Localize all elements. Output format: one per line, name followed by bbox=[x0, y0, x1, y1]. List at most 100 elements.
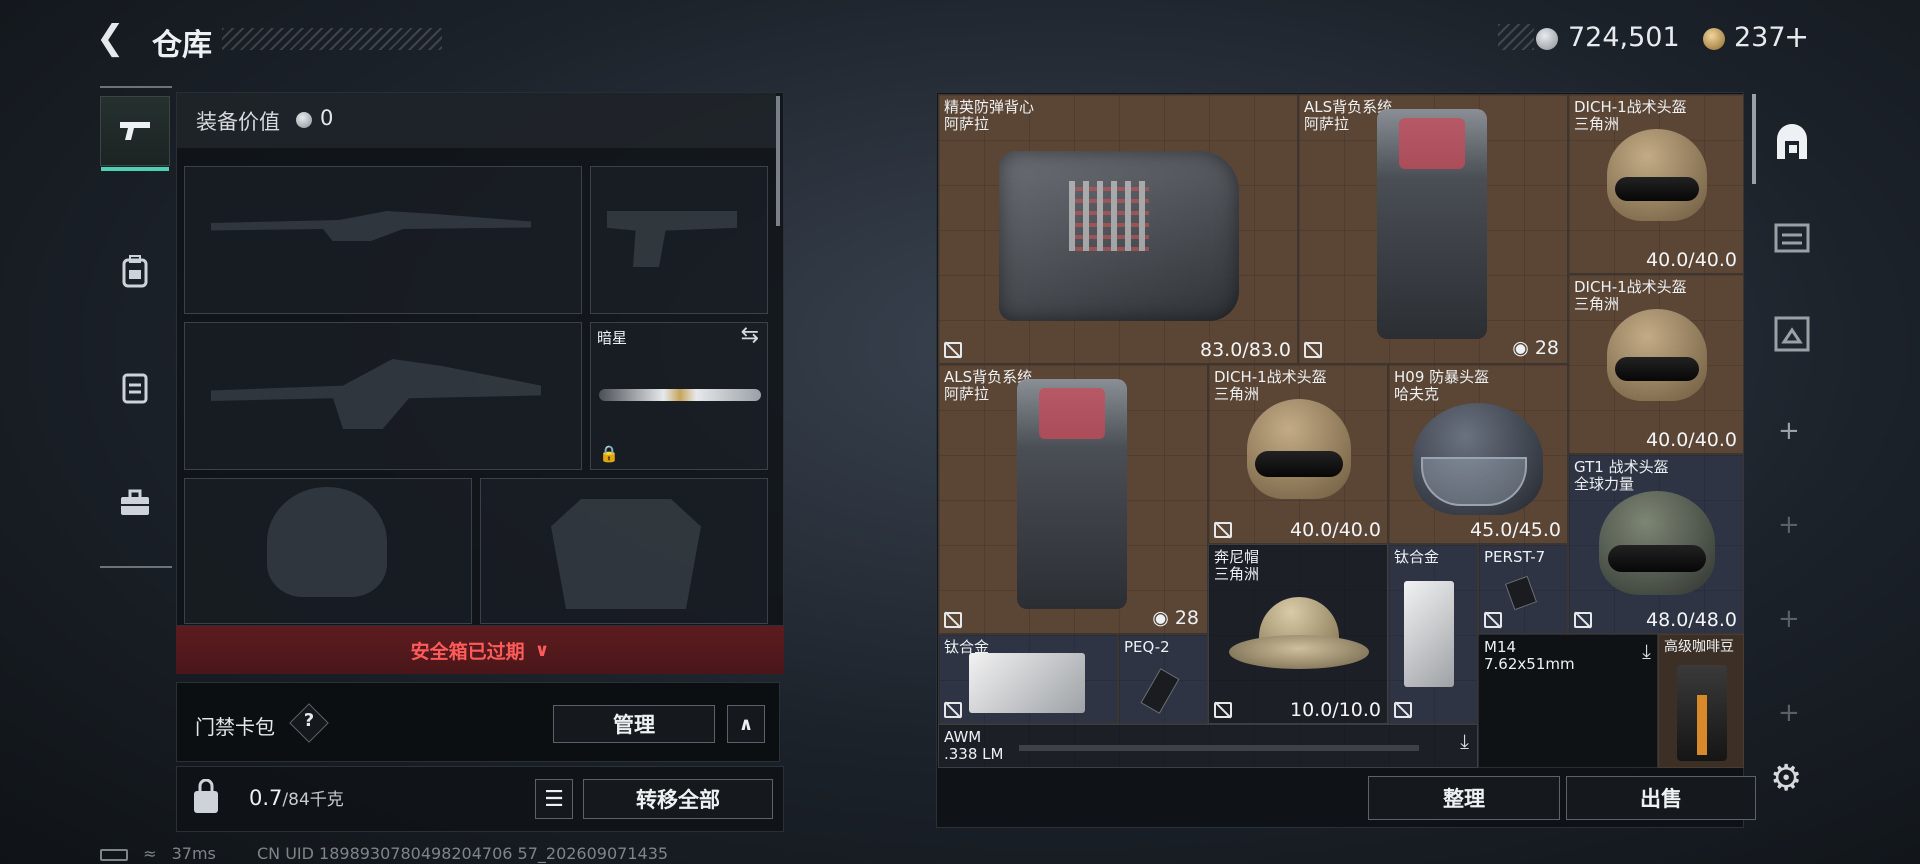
item-name: 高级咖啡豆 bbox=[1664, 639, 1734, 655]
stash-item[interactable]: 精英防弹背心 阿萨拉 83.0/83.0 bbox=[938, 94, 1298, 364]
item-durability: 45.0/45.0 bbox=[1469, 519, 1561, 541]
stash-item[interactable]: ALS背负系统 阿萨拉 ◉ 28 bbox=[938, 364, 1208, 634]
stash-item[interactable]: M14 7.62x51mm ⤓ bbox=[1478, 634, 1658, 768]
stash-item[interactable]: AWM .338 LM ⤓ bbox=[938, 724, 1478, 768]
tab-chest-rig[interactable] bbox=[100, 352, 170, 422]
stash-item[interactable]: 钛合金 bbox=[1388, 544, 1478, 724]
stash-scrollbar[interactable] bbox=[1752, 94, 1756, 184]
weight-display: 0.7/84千克 bbox=[249, 785, 344, 810]
helmet-image bbox=[1247, 399, 1351, 499]
add-stash-tab-icon[interactable]: + bbox=[1778, 698, 1800, 728]
add-stash-tab-icon[interactable]: + bbox=[1778, 510, 1800, 540]
container-icon bbox=[1774, 316, 1810, 352]
tab-backpack[interactable] bbox=[100, 236, 170, 306]
stash-item[interactable]: H09 防暴头盔 哈夫克 45.0/45.0 bbox=[1388, 364, 1568, 544]
item-origin: 全球力量 bbox=[1574, 475, 1635, 493]
tertiary-weapon-slot[interactable] bbox=[184, 322, 582, 470]
stash-item[interactable]: GT1 战术头盔 全球力量 48.0/48.0 bbox=[1568, 454, 1744, 634]
item-durability: 40.0/40.0 bbox=[1645, 249, 1737, 271]
rig-icon bbox=[122, 373, 148, 404]
stash-item[interactable]: 奔尼帽 三角洲 10.0/10.0 bbox=[1208, 544, 1388, 724]
item-origin: 哈夫克 bbox=[1394, 385, 1440, 403]
item-origin: 三角洲 bbox=[1214, 385, 1260, 403]
add-gold-button[interactable]: + bbox=[1784, 20, 1809, 55]
stash-item[interactable]: DICH-1战术头盔 三角洲 40.0/40.0 bbox=[1208, 364, 1388, 544]
user-uid: CN UID 1898930780498204706 57_2026090714… bbox=[256, 844, 669, 863]
item-name: GT1 战术头盔 bbox=[1574, 458, 1669, 476]
stash-tab-3[interactable] bbox=[1766, 308, 1818, 360]
item-name: AWM bbox=[944, 728, 982, 746]
boonie-hat-image bbox=[1229, 597, 1369, 677]
silver-currency-amount: 724,501 bbox=[1568, 22, 1680, 53]
titanium-image bbox=[969, 653, 1085, 713]
tab-weapons[interactable] bbox=[100, 96, 170, 171]
item-capacity: ◉ 28 bbox=[1512, 337, 1559, 359]
add-stash-tab-icon[interactable]: + bbox=[1778, 416, 1800, 446]
armor-slot[interactable] bbox=[480, 478, 768, 624]
wifi-icon: ≈ bbox=[143, 844, 157, 863]
item-name: 钛合金 bbox=[1394, 548, 1440, 566]
current-weight: 0.7 bbox=[249, 786, 283, 810]
stash-item[interactable]: PERST-7 bbox=[1478, 544, 1568, 634]
item-capacity: ◉ 28 bbox=[1152, 607, 1199, 629]
transfer-all-button[interactable]: 转移全部 bbox=[583, 779, 773, 819]
download-icon[interactable]: ⤓ bbox=[1642, 639, 1651, 663]
item-durability: 83.0/83.0 bbox=[1199, 339, 1291, 361]
no-insure-icon bbox=[944, 702, 962, 718]
no-insure-icon bbox=[1394, 702, 1412, 718]
helmet-image bbox=[1413, 403, 1543, 515]
swap-icon[interactable]: ⇆ bbox=[741, 323, 759, 348]
melee-name: 暗星 bbox=[597, 329, 628, 347]
stash-item[interactable]: 高级咖啡豆 bbox=[1658, 634, 1744, 768]
silver-coin-icon bbox=[296, 112, 312, 128]
currency-decoration bbox=[1498, 24, 1534, 50]
tab-case[interactable] bbox=[100, 468, 170, 538]
lock-icon: 🔒 bbox=[599, 444, 619, 463]
item-origin: 阿萨拉 bbox=[1304, 115, 1350, 133]
item-name: PEQ-2 bbox=[1124, 638, 1170, 656]
stash-grid: 精英防弹背心 阿萨拉 83.0/83.0 ALS背负系统 阿萨拉 ◉ 28 DI… bbox=[938, 94, 1744, 768]
loadout-scrollbar[interactable] bbox=[776, 96, 780, 226]
back-arrow-icon[interactable]: ❮ bbox=[96, 18, 136, 58]
item-origin: 7.62x51mm bbox=[1484, 655, 1575, 673]
secondary-weapon-slot[interactable] bbox=[590, 166, 768, 314]
device-image bbox=[1140, 668, 1180, 714]
download-icon[interactable]: ⤓ bbox=[1460, 729, 1469, 753]
sort-button[interactable]: 整理 bbox=[1368, 776, 1560, 820]
stash-item[interactable]: ALS背负系统 阿萨拉 ◉ 28 bbox=[1298, 94, 1568, 364]
sell-button[interactable]: 出售 bbox=[1566, 776, 1756, 820]
loadout-footer: 0.7/84千克 ☰ 转移全部 bbox=[176, 766, 784, 832]
item-name: 奔尼帽 bbox=[1214, 548, 1260, 566]
settings-gear-icon[interactable]: ⚙ bbox=[1770, 758, 1802, 799]
stash-item[interactable]: DICH-1战术头盔 三角洲 40.0/40.0 bbox=[1568, 94, 1744, 274]
helmet-image bbox=[1599, 491, 1715, 595]
tabs-bottom-divider bbox=[100, 566, 172, 568]
no-insure-icon bbox=[944, 612, 962, 628]
vault-icon bbox=[1777, 124, 1807, 159]
item-origin: 阿萨拉 bbox=[944, 115, 990, 133]
primary-weapon-slot[interactable] bbox=[184, 166, 582, 314]
stash-tab-main[interactable] bbox=[1766, 116, 1818, 168]
item-name: H09 防暴头盔 bbox=[1394, 368, 1490, 386]
stash-item[interactable]: DICH-1战术头盔 三角洲 40.0/40.0 bbox=[1568, 274, 1744, 454]
item-name: 精英防弹背心 bbox=[944, 98, 1035, 116]
manage-button[interactable]: 管理 bbox=[553, 705, 715, 743]
item-durability: 40.0/40.0 bbox=[1289, 519, 1381, 541]
item-origin: .338 LM bbox=[944, 745, 1004, 763]
add-stash-tab-icon[interactable]: + bbox=[1778, 604, 1800, 634]
max-weight: /84千克 bbox=[282, 790, 344, 810]
melee-slot[interactable]: 暗星 ⇆ 🔒 bbox=[590, 322, 768, 470]
safebox-expired-banner[interactable]: 安全箱已过期 ∨ bbox=[176, 626, 784, 674]
battery-icon bbox=[100, 848, 128, 861]
stash-tab-2[interactable] bbox=[1766, 212, 1818, 264]
stash-item[interactable]: PEQ-2 bbox=[1118, 634, 1208, 724]
item-origin: 阿萨拉 bbox=[944, 385, 990, 403]
item-origin: 三角洲 bbox=[1214, 565, 1260, 583]
top-bar: ❮ 仓库 724,501 237 + bbox=[0, 0, 1920, 80]
chevron-up-icon[interactable]: ∧ bbox=[727, 705, 765, 743]
list-view-icon[interactable]: ☰ bbox=[535, 779, 573, 819]
stash-item[interactable]: 钛合金 bbox=[938, 634, 1118, 724]
keycard-pack-row: 门禁卡包 ? 管理 ∧ bbox=[176, 682, 780, 762]
helmet-slot[interactable] bbox=[184, 478, 472, 624]
item-origin: 三角洲 bbox=[1574, 295, 1620, 313]
